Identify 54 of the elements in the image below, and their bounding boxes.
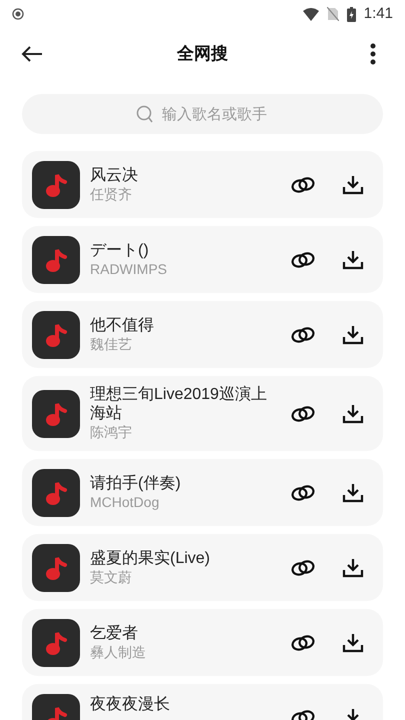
no-sim-icon (326, 7, 339, 21)
music-note-icon (32, 468, 80, 516)
artist-name: 任贤齐 (90, 184, 133, 204)
song-title: 夜夜夜漫长 (90, 695, 171, 714)
download-icon (342, 324, 364, 344)
music-note-icon (32, 390, 80, 438)
more-vertical-icon (370, 43, 376, 65)
song-title: 他不值得 (90, 316, 155, 334)
song-card[interactable]: 盛夏的果实(Live) 莫文蔚 (22, 534, 383, 601)
song-card[interactable]: 他不值得 魏佳艺 (22, 301, 383, 368)
download-icon (342, 404, 364, 424)
song-card[interactable]: デート() RADWIMPS (22, 226, 383, 293)
song-title: 盛夏的果实(Live) (90, 548, 212, 568)
link-icon (291, 176, 315, 192)
wifi-icon (302, 8, 319, 20)
link-icon (291, 326, 315, 342)
download-icon (342, 632, 364, 652)
arrow-left-icon (21, 45, 43, 63)
music-note-icon (32, 160, 80, 208)
page-title: 全网搜 (177, 43, 228, 66)
song-card[interactable]: 理想三旬Live2019巡演上海站 陈鸿宇 (22, 376, 383, 451)
song-title: 理想三旬Live2019巡演上海站 (90, 385, 268, 423)
status-time: 1:41 (364, 4, 393, 24)
download-icon (342, 558, 364, 578)
music-note-icon (32, 544, 80, 592)
song-title: デート() (90, 240, 150, 260)
artist-name: MCHotDog (90, 492, 160, 512)
music-note-icon (32, 618, 80, 666)
song-card[interactable]: 风云决 任贤齐 (22, 151, 383, 218)
music-note-icon (32, 236, 80, 284)
artist-name: 彝人制造 (90, 642, 147, 662)
battery-charging-icon (346, 6, 356, 22)
download-icon (342, 482, 364, 502)
artist-name: RADWIMPS (90, 260, 168, 278)
link-icon (291, 634, 315, 650)
artist-name: 魏佳艺 (90, 334, 133, 354)
search-icon (136, 105, 154, 123)
record-icon (12, 8, 24, 20)
link-icon (291, 560, 315, 576)
download-icon (342, 250, 364, 270)
search-field[interactable]: 输入歌名或歌手 (22, 94, 383, 134)
link-icon (291, 484, 315, 500)
music-note-icon (32, 310, 80, 358)
artist-name: 莫文蔚 (90, 568, 133, 586)
song-title: 乞爱者 (90, 624, 139, 642)
song-card[interactable]: 乞爱者 彝人制造 (22, 609, 383, 676)
song-title: 请拍手(伴奏) (90, 474, 182, 492)
song-card[interactable]: 夜夜夜漫长 (22, 684, 383, 720)
song-card[interactable]: 请拍手(伴奏) MCHotDog (22, 459, 383, 526)
link-icon (291, 252, 315, 268)
download-icon (342, 174, 364, 194)
artist-name: 陈鸿宇 (90, 423, 133, 442)
link-icon (291, 406, 315, 422)
song-title: 风云决 (90, 166, 139, 184)
